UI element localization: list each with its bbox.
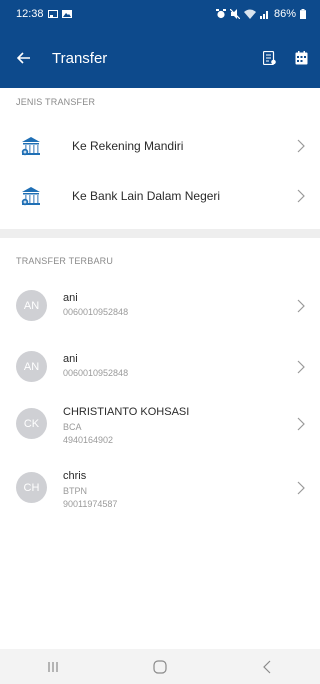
status-right: 86% — [215, 8, 306, 20]
recent-transfer-item[interactable]: AN ani 0060010952848 — [0, 278, 320, 334]
section-header-jenis-transfer: JENIS TRANSFER — [16, 97, 96, 107]
schedule-button[interactable] — [288, 45, 314, 71]
history-button[interactable] — [256, 45, 282, 71]
contact-name: chris — [63, 470, 87, 482]
alarm-icon — [215, 9, 226, 19]
contact-account: 90011974587 — [63, 499, 118, 509]
chevron-left-icon — [262, 660, 271, 673]
system-nav-bar — [0, 649, 320, 684]
chevron-right-icon — [297, 299, 305, 313]
avatar: CK — [16, 408, 47, 439]
chevron-right-icon — [297, 360, 305, 374]
contact-account: 0060010952848 — [63, 307, 129, 317]
signal-icon — [259, 11, 268, 19]
recent-transfer-item[interactable]: AN ani 0060010952848 — [0, 339, 320, 395]
contact-bank: BCA — [63, 422, 82, 432]
status-left: 12:38 — [16, 8, 72, 20]
calendar-icon — [295, 51, 307, 65]
section-header-transfer-terbaru: TRANSFER TERBARU — [16, 256, 114, 266]
status-time: 12:38 — [16, 8, 44, 20]
app-bar: 12:38 86% Transfer — [0, 0, 320, 88]
gallery-icon — [61, 10, 72, 18]
contact-name: ani — [63, 292, 78, 304]
back-button[interactable] — [0, 28, 48, 88]
recent-transfer-item[interactable]: CK CHRISTIANTO KOHSASI BCA 4940164902 — [0, 398, 320, 460]
back-nav-button[interactable] — [237, 649, 297, 684]
battery-percent: 86% — [273, 8, 296, 20]
transfer-type-mandiri[interactable]: Ke Rekening Mandiri — [0, 124, 320, 168]
transfer-type-label: Ke Rekening Mandiri — [72, 139, 184, 153]
chevron-right-icon — [297, 139, 305, 153]
contact-name: CHRISTIANTO KOHSASI — [63, 406, 190, 418]
chevron-right-icon — [297, 189, 305, 203]
page-title: Transfer — [52, 49, 108, 67]
section-divider — [0, 229, 320, 238]
chevron-right-icon — [297, 481, 305, 495]
contact-account: 4940164902 — [63, 435, 114, 445]
contact-account: 0060010952848 — [63, 368, 129, 378]
receipt-icon — [262, 51, 276, 65]
cast-icon — [47, 10, 58, 18]
transfer-type-label: Ke Bank Lain Dalam Negeri — [72, 189, 221, 203]
transfer-type-other-bank[interactable]: Ke Bank Lain Dalam Negeri — [0, 174, 320, 218]
avatar: AN — [16, 290, 47, 321]
home-button[interactable] — [130, 649, 190, 684]
arrow-left-icon — [17, 52, 30, 64]
chevron-right-icon — [297, 417, 305, 431]
recent-transfer-item[interactable]: CH chris BTPN 90011974587 — [0, 462, 320, 524]
status-bar: 12:38 86% — [0, 0, 320, 28]
contact-name: ani — [63, 353, 78, 365]
recent-apps-icon — [48, 661, 58, 672]
wifi-icon — [243, 9, 256, 19]
recent-apps-button[interactable] — [23, 649, 83, 684]
avatar: CH — [16, 472, 47, 503]
mute-icon — [229, 9, 240, 19]
home-icon — [153, 659, 167, 674]
bank-icon — [21, 137, 40, 156]
contact-bank: BTPN — [63, 486, 88, 496]
toolbar: Transfer — [0, 28, 320, 88]
battery-icon — [300, 9, 306, 19]
bank-icon — [21, 187, 40, 206]
avatar: AN — [16, 351, 47, 382]
